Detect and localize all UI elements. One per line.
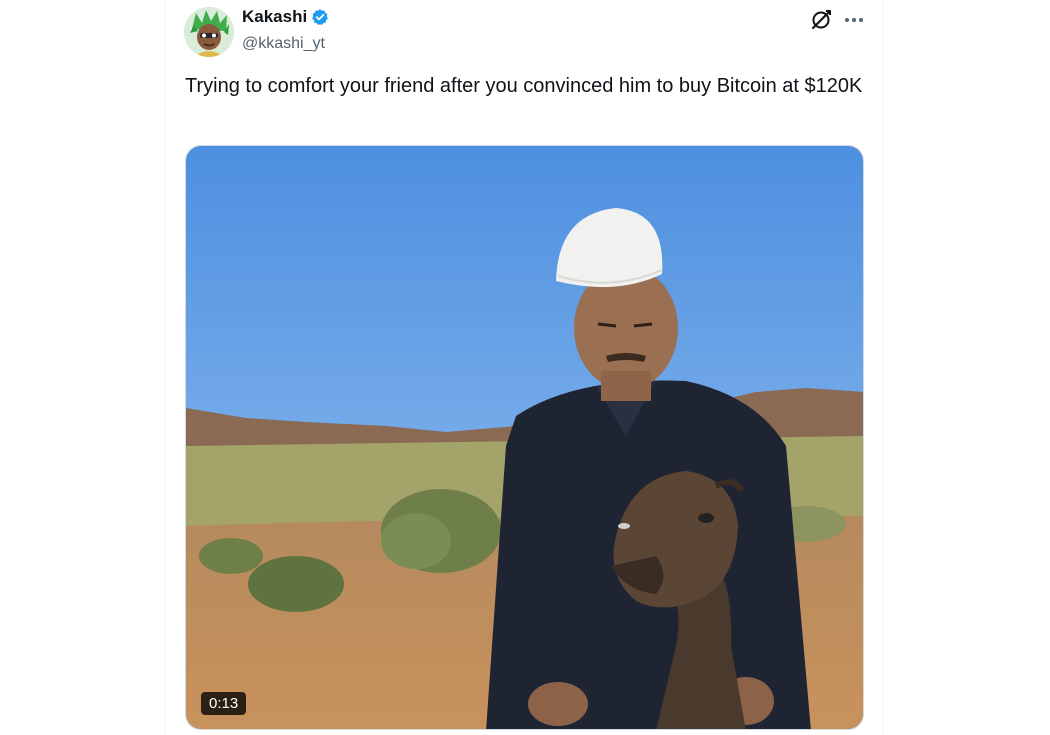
tweet-card: Kakashi @kkashi_yt Trying to comfort you… — [164, 0, 884, 735]
verified-badge-icon — [311, 8, 329, 26]
video-duration: 0:13 — [201, 692, 247, 715]
more-dots-icon — [845, 18, 863, 22]
tweet-video[interactable]: 0:13 — [185, 145, 864, 730]
author-handle[interactable]: @kkashi_yt — [242, 35, 325, 53]
grok-icon — [811, 10, 831, 30]
more-options-button[interactable] — [841, 8, 867, 32]
anime-avatar-icon — [184, 7, 234, 57]
author-name[interactable]: Kakashi — [242, 7, 307, 27]
grok-button[interactable] — [809, 8, 833, 32]
video-thumbnail — [186, 146, 863, 729]
tweet-text: Trying to comfort your friend after you … — [185, 75, 863, 97]
author-name-row: Kakashi — [242, 7, 329, 27]
author-avatar[interactable] — [184, 7, 234, 57]
